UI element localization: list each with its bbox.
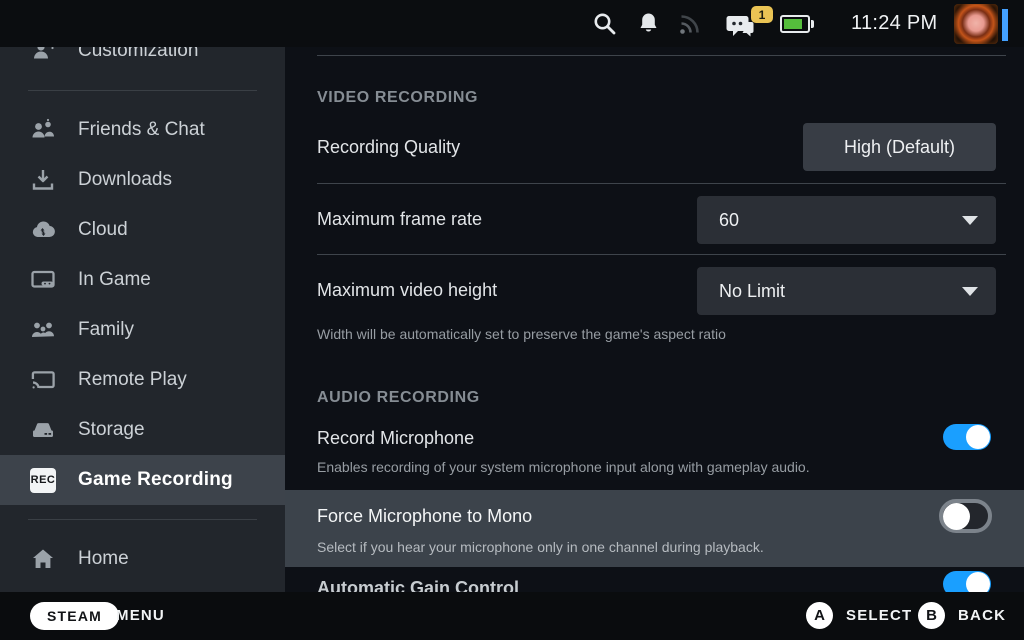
- rec-icon: REC: [30, 467, 56, 493]
- user-avatar[interactable]: [954, 4, 998, 44]
- sidebar-item-remote-play[interactable]: Remote Play: [0, 355, 285, 405]
- sidebar-item-label: Home: [78, 548, 129, 570]
- force-mic-mono-toggle[interactable]: [939, 499, 992, 533]
- sidebar-item-label: Friends & Chat: [78, 119, 205, 141]
- back-label: BACK: [958, 607, 1006, 624]
- sidebar-item-label: In Game: [78, 269, 151, 291]
- sidebar-divider: [28, 519, 257, 520]
- max-frame-rate-label: Maximum frame rate: [317, 209, 482, 230]
- max-frame-rate-dropdown[interactable]: 60: [697, 196, 996, 244]
- auto-gain-control-toggle[interactable]: [943, 571, 991, 592]
- record-microphone-label: Record Microphone: [317, 428, 474, 449]
- force-mic-mono-label: Force Microphone to Mono: [317, 506, 532, 527]
- bottom-action-bar: STEAM MENU A SELECT B BACK: [0, 592, 1024, 640]
- b-button-icon: B: [918, 602, 945, 629]
- chevron-down-icon: [962, 287, 978, 296]
- sidebar-item-home[interactable]: Home: [0, 534, 285, 584]
- downloads-icon: [30, 167, 56, 193]
- sidebar-item-label: Cloud: [78, 219, 128, 241]
- toggle-knob: [966, 425, 990, 449]
- select-button-hint[interactable]: A SELECT: [806, 602, 912, 629]
- sidebar-item-customization[interactable]: Customization: [0, 47, 285, 76]
- sidebar-item-label: Remote Play: [78, 369, 187, 391]
- max-video-height-value: No Limit: [719, 281, 962, 302]
- notifications-bell-icon[interactable]: [636, 11, 661, 36]
- chevron-down-icon: [962, 216, 978, 225]
- max-video-height-dropdown[interactable]: No Limit: [697, 267, 996, 315]
- max-frame-rate-value: 60: [719, 210, 962, 231]
- home-icon: [30, 546, 56, 572]
- family-icon: [30, 317, 56, 343]
- steam-button[interactable]: STEAM: [30, 602, 119, 630]
- clock-time: 11:24 PM: [851, 12, 938, 35]
- settings-content: VIDEO RECORDING Recording Quality High (…: [285, 47, 1024, 592]
- recording-quality-button[interactable]: High (Default): [803, 123, 996, 171]
- steam-settings-screen: 1 11:24 PM Customization Friends & Chat: [0, 0, 1024, 640]
- record-microphone-toggle[interactable]: [943, 424, 991, 450]
- menu-label: MENU: [116, 607, 165, 624]
- avatar-status-strip: [1002, 9, 1008, 41]
- row-divider: [317, 254, 1006, 255]
- chat-messages-icon[interactable]: 1: [724, 3, 778, 45]
- force-mic-mono-row[interactable]: Force Microphone to Mono Select if you h…: [285, 490, 1024, 567]
- sidebar-item-library[interactable]: Library: [0, 584, 285, 592]
- sidebar-item-in-game[interactable]: In Game: [0, 255, 285, 305]
- auto-gain-control-label: Automatic Gain Control: [317, 578, 519, 592]
- battery-icon: [780, 15, 814, 33]
- top-status-bar: 1 11:24 PM: [0, 0, 1024, 47]
- sidebar-item-storage[interactable]: Storage: [0, 405, 285, 455]
- customization-icon: [30, 47, 56, 64]
- max-video-height-note: Width will be automatically set to prese…: [317, 326, 726, 342]
- settings-sidebar: Customization Friends & Chat Downloads C: [0, 47, 285, 592]
- sidebar-item-label: Downloads: [78, 169, 172, 191]
- sidebar-item-label: Storage: [78, 419, 145, 441]
- recording-quality-label: Recording Quality: [317, 137, 460, 158]
- friends-icon: [30, 117, 56, 143]
- sidebar-item-label: Game Recording: [78, 469, 233, 491]
- row-divider: [317, 55, 1006, 56]
- sidebar-item-friends-chat[interactable]: Friends & Chat: [0, 105, 285, 155]
- sidebar-divider: [28, 90, 257, 91]
- max-video-height-label: Maximum video height: [317, 280, 497, 301]
- toggle-knob: [943, 503, 970, 530]
- chat-unread-badge: 1: [751, 6, 773, 23]
- storage-icon: [30, 417, 56, 443]
- row-divider: [317, 183, 1006, 184]
- select-label: SELECT: [846, 607, 912, 624]
- back-button-hint[interactable]: B BACK: [918, 602, 1006, 629]
- a-button-icon: A: [806, 602, 833, 629]
- wifi-signal-icon[interactable]: [678, 11, 703, 36]
- video-recording-section-title: VIDEO RECORDING: [317, 89, 478, 107]
- force-mic-mono-note: Select if you hear your microphone only …: [317, 539, 764, 555]
- audio-recording-section-title: AUDIO RECORDING: [317, 389, 480, 407]
- in-game-icon: [30, 267, 56, 293]
- sidebar-item-downloads[interactable]: Downloads: [0, 155, 285, 205]
- record-microphone-note: Enables recording of your system microph…: [317, 459, 810, 475]
- search-icon[interactable]: [592, 11, 617, 36]
- sidebar-item-label: Family: [78, 319, 134, 341]
- sidebar-item-game-recording[interactable]: REC Game Recording: [0, 455, 285, 505]
- toggle-knob: [966, 572, 990, 592]
- sidebar-item-cloud[interactable]: Cloud: [0, 205, 285, 255]
- cloud-icon: [30, 217, 56, 243]
- sidebar-item-family[interactable]: Family: [0, 305, 285, 355]
- remote-play-icon: [30, 367, 56, 393]
- sidebar-item-label: Customization: [78, 47, 198, 62]
